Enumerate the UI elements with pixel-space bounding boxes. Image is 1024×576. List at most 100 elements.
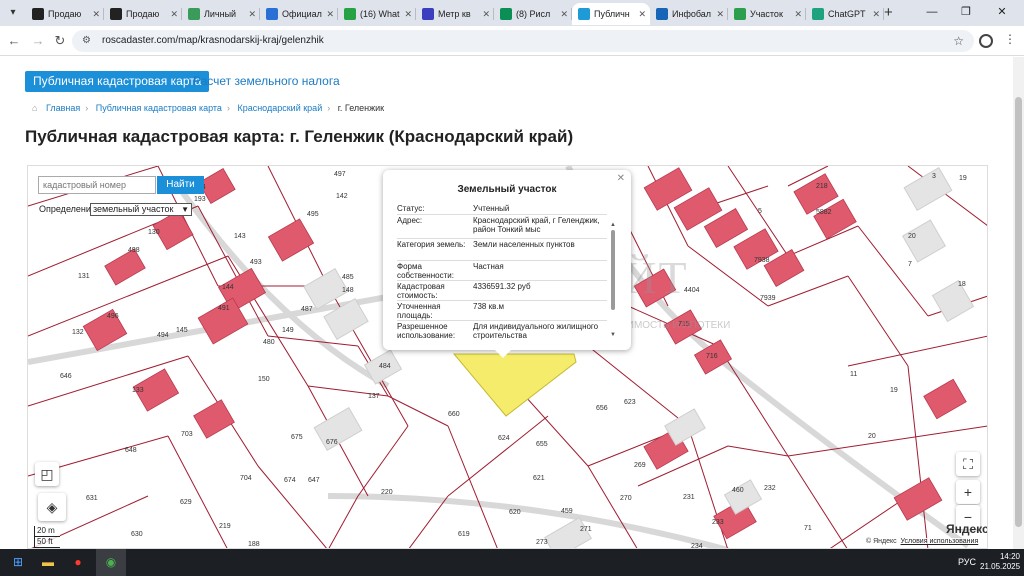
breadcrumb-map[interactable]: Публичная кадастровая карта — [96, 103, 222, 113]
ruler-icon[interactable]: ◰ — [35, 462, 59, 486]
zoom-in-button[interactable]: + — [956, 480, 980, 504]
clock-date: 21.05.2025 — [980, 562, 1021, 571]
browser-tab[interactable]: Личный ✕ — [182, 3, 260, 25]
tab-close-icon[interactable]: ✕ — [716, 3, 724, 25]
browser-tab[interactable]: Публичн ✕ — [572, 3, 650, 25]
popup-field-value: Земли населенных пунктов — [473, 240, 575, 249]
parcel-number-label: 19 — [890, 387, 898, 394]
attribution-text: © Яндекс — [866, 538, 897, 545]
parcel-boundary-line — [387, 395, 449, 427]
parcel-number-label: 704 — [240, 475, 252, 482]
grey-building-footprint — [543, 516, 593, 548]
breadcrumb-region[interactable]: Краснодарский край — [237, 103, 322, 113]
breadcrumb-current: г. Геленжик — [337, 103, 385, 113]
tab-close-icon[interactable]: ✕ — [638, 3, 646, 25]
cadastral-number-input[interactable] — [38, 176, 156, 194]
layers-icon[interactable]: ◈ — [38, 493, 66, 521]
parcel-number-label: 233 — [712, 519, 724, 526]
forward-icon[interactable]: → — [28, 31, 48, 51]
tab-label: Инфобал — [672, 9, 712, 19]
scale-meters: 20 m — [34, 526, 60, 537]
cadastral-map[interactable]: 497 142 498 130 143 131 495 493 485 148 144 496 132 4… — [27, 165, 988, 549]
tab-label: Официал — [282, 9, 322, 19]
browser-tab[interactable]: Продаю ✕ — [104, 3, 182, 25]
bookmark-star-icon[interactable]: ☆ — [953, 30, 964, 52]
browser-tab[interactable]: Инфобал ✕ — [650, 3, 728, 25]
tab-close-icon[interactable]: ✕ — [326, 3, 334, 25]
grey-building-footprint — [903, 167, 953, 211]
browser-tab[interactable]: Продаю ✕ — [26, 3, 104, 25]
browser-tab[interactable]: Метр кв ✕ — [416, 3, 494, 25]
parcel-number-label: 273 — [536, 539, 548, 546]
parcel-number-label: 269 — [634, 462, 646, 469]
grey-building-footprint — [901, 219, 947, 263]
parcel-number-label: 630 — [131, 531, 143, 538]
profile-icon[interactable] — [979, 34, 993, 48]
parcel-number-label: 231 — [683, 494, 695, 501]
windows-start-icon[interactable]: ⊞ — [8, 553, 28, 572]
reload-icon[interactable]: ↻ — [50, 31, 70, 51]
parcel-boundary-line — [357, 425, 409, 497]
chevron-down-icon: ▼ — [181, 205, 189, 214]
parcel-number-label: 271 — [580, 526, 592, 533]
parcel-number-label: 624 — [498, 435, 510, 442]
tab-close-icon[interactable]: ✕ — [482, 3, 490, 25]
parcel-number-label: 459 — [561, 508, 573, 515]
browser-tab[interactable]: Участок ✕ — [728, 3, 806, 25]
building-footprint — [893, 477, 943, 521]
tab-close-icon[interactable]: ✕ — [872, 3, 880, 25]
close-icon[interactable]: ✕ — [617, 173, 625, 184]
parcel-number-label: 137 — [368, 393, 380, 400]
breadcrumb-home[interactable]: Главная — [46, 103, 80, 113]
definition-select[interactable]: земельный участок ▼ — [90, 203, 192, 216]
clock[interactable]: 14:20 21.05.2025 — [980, 552, 1020, 572]
fullscreen-icon[interactable]: ⛶ — [956, 452, 980, 476]
url-text: roscadaster.com/map/krasnodarskij-kraj/g… — [102, 35, 324, 46]
page-scrollbar[interactable] — [1013, 57, 1024, 549]
tab-close-icon[interactable]: ✕ — [248, 3, 256, 25]
cadastral-map-button[interactable]: Публичная кадастровая карта — [25, 71, 210, 92]
parcel-number-label: 631 — [86, 495, 98, 502]
parcel-number-label: 133 — [132, 387, 144, 394]
tab-close-icon[interactable]: ✕ — [404, 3, 412, 25]
tab-close-icon[interactable]: ✕ — [92, 3, 100, 25]
tab-favicon-icon — [500, 8, 512, 20]
address-bar[interactable]: ⚙ roscadaster.com/map/krasnodarskij-kraj… — [72, 30, 974, 52]
home-icon[interactable]: ⌂ — [32, 103, 37, 113]
popup-field-value: Учтенный — [473, 204, 510, 213]
yandex-logo[interactable]: Яндекс — [946, 522, 987, 536]
parcel-number-label: 491 — [218, 305, 230, 312]
site-info-icon[interactable]: ⚙ — [82, 30, 91, 52]
parcel-number-label: 494 — [157, 332, 169, 339]
tab-close-icon[interactable]: ✕ — [560, 3, 568, 25]
browser-tab[interactable]: ChatGPT ✕ — [806, 3, 884, 25]
parcel-number-label: 219 — [219, 523, 231, 530]
terms-link[interactable]: Условия использования — [901, 538, 979, 545]
file-explorer-icon[interactable]: ▬ — [38, 553, 58, 572]
popup-scrollbar[interactable]: ▲ ▼ — [610, 222, 616, 342]
parcel-number-label: 675 — [291, 434, 303, 441]
minimize-icon[interactable]: — — [918, 2, 946, 22]
menu-kebab-icon[interactable]: ⋮ — [1004, 32, 1016, 46]
close-window-icon[interactable]: ✕ — [988, 2, 1016, 22]
find-button[interactable]: Найти — [157, 176, 204, 194]
popup-field-label: Категория земель: — [397, 240, 466, 249]
parcel-info-popup: ✕ Земельный участок Статус: Учтенный Адрес… — [383, 170, 631, 350]
tab-close-icon[interactable]: ✕ — [794, 3, 802, 25]
browser-tab[interactable]: (8) Рисл ✕ — [494, 3, 572, 25]
tab-close-icon[interactable]: ✕ — [170, 3, 178, 25]
language-indicator[interactable]: РУС — [958, 557, 976, 567]
chrome-icon[interactable]: ◉ — [101, 553, 121, 572]
back-icon[interactable]: ← — [4, 31, 24, 51]
yandex-browser-icon[interactable]: ● — [68, 553, 88, 572]
tab-search-icon[interactable]: ▾ — [4, 4, 22, 22]
browser-tab[interactable]: (16) What ✕ — [338, 3, 416, 25]
new-tab-button[interactable]: + — [884, 4, 893, 21]
land-tax-link[interactable]: Расчет земельного налога — [193, 71, 340, 92]
parcel-boundary-line — [447, 425, 498, 548]
selected-parcel[interactable] — [452, 353, 577, 417]
restore-icon[interactable]: ❐ — [952, 2, 980, 22]
tab-favicon-icon — [578, 8, 590, 20]
browser-tab[interactable]: Официал ✕ — [260, 3, 338, 25]
parcel-boundary-line — [408, 495, 449, 548]
